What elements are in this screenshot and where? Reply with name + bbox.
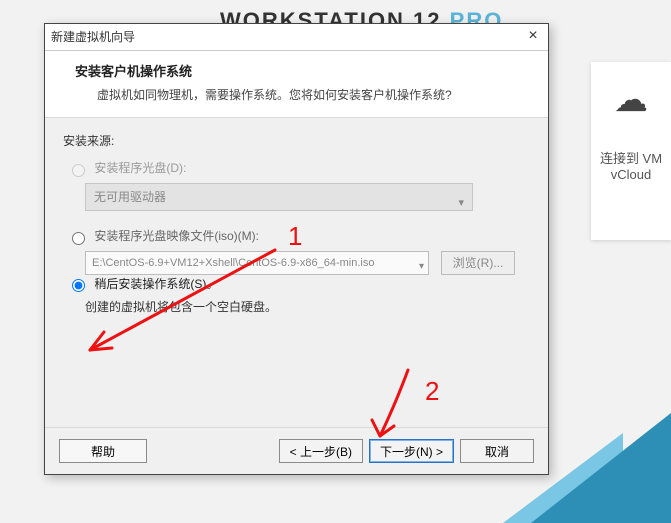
side-line2: vCloud [591,167,671,182]
header-title: 安装客户机操作系统 [75,61,530,80]
radio-disc [72,164,85,177]
option-disc-label: 安装程序光盘(D): [94,161,186,175]
dialog-title: 新建虚拟机向导 [51,30,135,44]
bg-triangle-dark [531,413,671,523]
radio-iso[interactable] [72,232,85,245]
close-icon[interactable]: × [524,28,542,46]
disc-dropdown-text: 无可用驱动器 [94,190,166,204]
dialog-body: 安装来源: 安装程序光盘(D): 无可用驱动器 ▾ 安装程序光盘映像文件(iso… [45,118,548,436]
back-button[interactable]: < 上一步(B) [279,439,363,463]
option-later[interactable]: 稍后安装操作系统(S)。 [67,277,218,291]
browse-button: 浏览(R)... [441,251,515,275]
radio-later[interactable] [72,279,85,292]
option-later-label: 稍后安装操作系统(S)。 [94,277,218,291]
chevron-down-icon: ▾ [419,256,424,275]
cloud-icon: ☁ [591,80,671,120]
later-hint: 创建的虚拟机将包含一个空白硬盘。 [85,298,530,315]
wizard-dialog: 新建虚拟机向导 × 安装客户机操作系统 虚拟机如同物理机，需要操作系统。您将如何… [44,23,549,475]
iso-path-field: E:\CentOS-6.9+VM12+Xshell\CentOS-6.9-x86… [85,251,429,275]
help-button[interactable]: 帮助 [59,439,147,463]
option-iso-label: 安装程序光盘映像文件(iso)(M): [94,229,259,243]
option-disc[interactable]: 安装程序光盘(D): [67,161,186,175]
side-card[interactable]: ☁ 连接到 VM vCloud [591,62,671,240]
iso-path-text: E:\CentOS-6.9+VM12+Xshell\CentOS-6.9-x86… [92,257,374,269]
titlebar: 新建虚拟机向导 × [45,24,548,51]
chevron-down-icon: ▾ [458,190,464,216]
source-label: 安装来源: [63,132,530,149]
cancel-button[interactable]: 取消 [460,439,534,463]
dialog-footer: 帮助 < 上一步(B) 下一步(N) > 取消 [45,427,548,474]
next-button[interactable]: 下一步(N) > [369,439,454,463]
header-subtitle: 虚拟机如同物理机，需要操作系统。您将如何安装客户机操作系统? [97,86,530,103]
option-iso[interactable]: 安装程序光盘映像文件(iso)(M): [67,229,259,243]
side-line1: 连接到 VM [591,148,671,167]
disc-dropdown: 无可用驱动器 ▾ [85,183,473,211]
dialog-header: 安装客户机操作系统 虚拟机如同物理机，需要操作系统。您将如何安装客户机操作系统? [45,51,548,118]
